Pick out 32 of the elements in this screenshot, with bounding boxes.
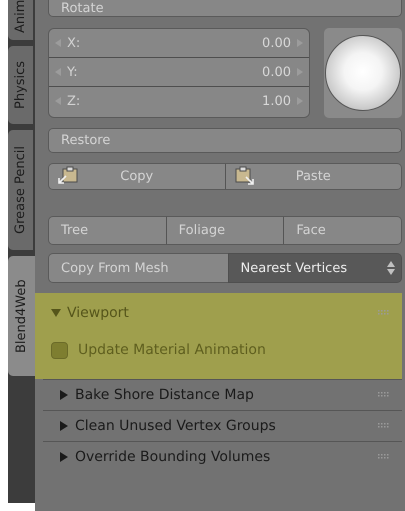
panel-header[interactable]: Override Bounding Volumes xyxy=(43,441,402,472)
side-tab[interactable]: Blend4Web xyxy=(8,256,35,376)
copy-from-mesh-button[interactable]: Copy From Mesh xyxy=(48,253,228,283)
side-tab[interactable]: Physics xyxy=(8,46,33,124)
expand-triangle-icon xyxy=(59,390,69,400)
drag-handle-icon[interactable] xyxy=(378,454,390,460)
collapse-triangle-icon xyxy=(51,308,61,318)
preset-button[interactable]: Face xyxy=(283,216,402,245)
preset-button[interactable]: Foliage xyxy=(166,216,284,245)
expand-triangle-icon xyxy=(59,452,69,462)
panel-header[interactable]: Bake Shore Distance Map xyxy=(43,379,402,410)
paste-button[interactable]: Paste xyxy=(224,163,402,190)
checkbox[interactable] xyxy=(51,342,68,358)
copy-button[interactable]: Copy xyxy=(48,163,226,190)
drag-handle-icon[interactable] xyxy=(378,392,390,398)
checkbox-label[interactable]: Update Material Animation xyxy=(78,342,266,358)
side-tab[interactable]: Grease Pencil xyxy=(8,130,33,250)
transfer-mode-dropdown[interactable]: Nearest Vertices xyxy=(228,253,402,283)
expand-triangle-icon xyxy=(59,421,69,431)
panel-header[interactable]: Clean Unused Vertex Groups xyxy=(43,410,402,441)
up-down-arrows-icon xyxy=(387,261,395,275)
number-field[interactable]: X: 0.00 xyxy=(49,29,309,57)
panel-header[interactable]: Viewport xyxy=(35,293,402,333)
restore-button[interactable]: Restore xyxy=(48,128,402,153)
number-field[interactable]: Y: 0.00 xyxy=(49,57,309,86)
drag-handle-icon[interactable] xyxy=(378,423,390,429)
drag-handle-icon[interactable] xyxy=(378,310,390,316)
preset-button[interactable]: Tree xyxy=(48,216,167,245)
clipboard-paste-icon xyxy=(234,166,256,186)
number-field[interactable]: Z: 1.00 xyxy=(49,86,309,115)
rotate-button[interactable]: Rotate xyxy=(48,0,402,17)
clipboard-copy-icon xyxy=(57,166,79,186)
